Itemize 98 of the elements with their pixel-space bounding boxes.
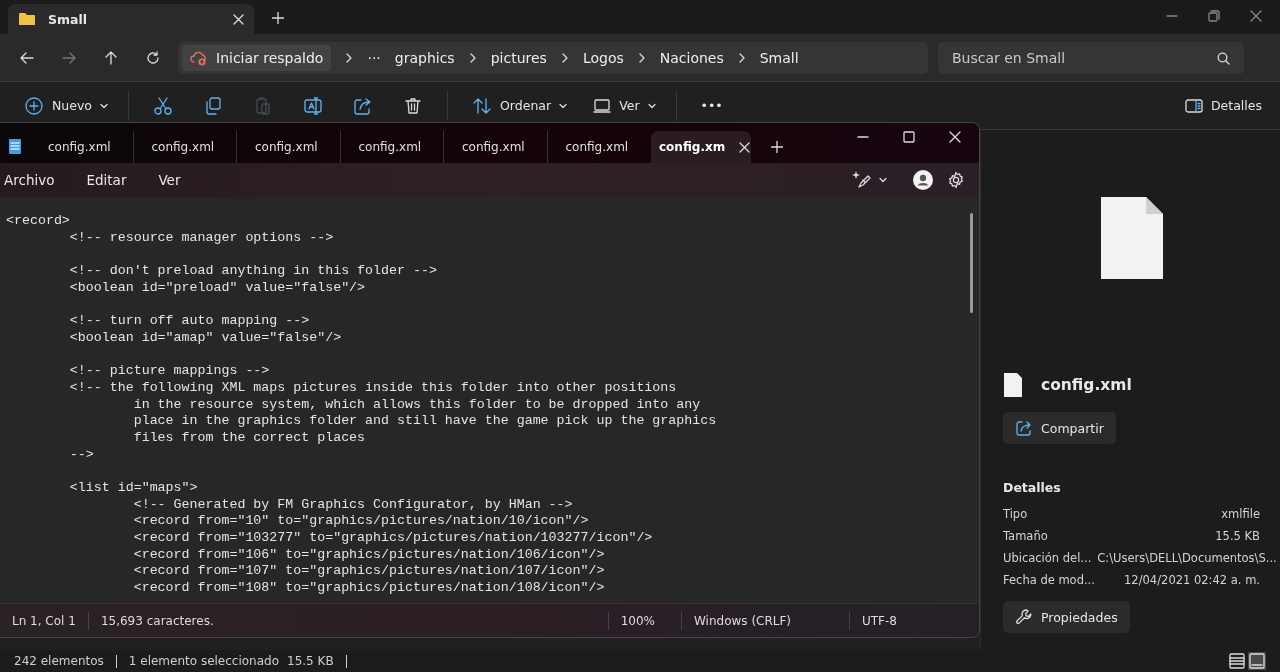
restore-icon[interactable] [1208,10,1220,22]
code-line: <record> [6,213,71,230]
breadcrumb-item[interactable]: Small [759,49,799,66]
details-heading: Detalles [1003,480,1062,495]
breadcrumb-item[interactable]: pictures [490,49,547,66]
breadcrumb-overflow[interactable]: ··· [367,49,381,66]
code-line: <!-- picture mappings --> [68,363,271,380]
plus-icon[interactable] [272,12,284,24]
back-icon[interactable] [20,50,34,65]
list-view-button[interactable] [1228,652,1246,670]
item-count: 242 elementos [14,654,104,668]
menu-item[interactable]: Ver [158,172,181,188]
detail-value: 12/04/2021 02:42 a. m. [1124,573,1260,587]
character-count: 15,693 caracteres. [99,613,215,628]
detail-value: xmlfile [1221,507,1260,521]
scissors-icon[interactable] [153,95,173,116]
detail-label: Fecha de mod... [1003,573,1095,587]
search-field[interactable]: Buscar en Small [938,41,1244,74]
code-line: <list id="maps"> [68,480,199,497]
up-icon[interactable] [104,50,118,65]
share-button[interactable]: Compartir [1003,412,1116,444]
code-line: place in the graphics folder and still have the game pick up the graphics [132,413,718,430]
code-line: <record from="103277" to="graphics/pictures/nation/103277/icon"/> [132,530,654,547]
caret-icon [879,177,887,183]
code-line: <record from="106" to="graphics/pictures/nation/106/icon"/> [132,546,606,564]
code-line: files from the correct places [132,429,367,447]
code-line: <record from="10" to="graphics/pictures/nation/10/icon"/> [132,513,590,531]
caret-icon [100,102,108,109]
breadcrumb-item[interactable]: Naciones [659,49,724,66]
code-line: <record from="107" to="graphics/pictures/nation/107/icon"/> [132,563,606,581]
monitor-icon [593,96,612,115]
breadcrumb-item[interactable]: Logos [582,49,624,66]
folder-icon [18,12,36,26]
encoding: UTF-8 [861,613,898,628]
plus-circle-icon [24,95,44,116]
code-line: <!-- don't preload anything in this folder --> [68,263,438,280]
detail-value: C:\Users\DELL\Documentos\S... [1097,551,1277,565]
copy-icon[interactable] [203,95,223,116]
detail-value: 15.5 KB [1215,529,1260,543]
plus-icon[interactable] [771,141,783,153]
menu-item[interactable]: Archivo [4,172,55,188]
editor-tab[interactable]: config.xm [651,131,751,163]
cursor-position: Ln 1, Col 1 [11,613,77,628]
code-line: in the resource system, which allows this folder to be dropped into any [132,396,702,414]
list-icon [1229,653,1245,669]
file-icon [1003,372,1023,398]
selection-info: 1 elemento seleccionado [128,654,280,668]
file-name: config.xml [1041,376,1132,394]
code-line: <boolean id="amap" value="false"/> [68,329,343,347]
code-line: <!-- Generated by FM Graphics Configurator, by HMan --> [132,496,574,514]
refresh-icon[interactable] [146,50,160,65]
avatar-icon[interactable] [913,170,933,190]
file-icon [1100,196,1164,280]
trash-icon[interactable] [403,95,423,116]
settings-icon[interactable] [947,171,965,189]
more-button[interactable]: ••• [694,94,729,117]
tile-icon [1249,653,1265,669]
detail-label: Tipo [1003,507,1028,521]
caret-icon [559,102,568,109]
code-line: <!-- the following XML maps pictures inside this folder into other positions [68,379,678,397]
new-button[interactable]: Nuevo [18,91,114,120]
caret-icon [647,102,656,109]
notepad-icon [8,137,22,155]
sort-button[interactable]: Ordenar [466,91,574,120]
zoom-level: 100% [619,613,656,628]
copilot-button[interactable] [851,170,887,190]
tiles-view-button[interactable] [1248,652,1266,670]
code-line: <!-- resource manager options --> [68,229,335,247]
details-button[interactable]: Detalles [1178,97,1268,114]
wrench-icon [1015,608,1033,626]
backup-button[interactable]: Iniciar respaldo [182,44,332,71]
code-line: --> [68,446,95,464]
scrollbar[interactable] [970,213,973,313]
view-button[interactable]: Ver [587,92,662,119]
details-pane-icon [1184,98,1203,113]
sparkle-pen-icon [851,170,871,190]
code-line: <record from="108" to="graphics/pictures/nation/108/icon"/> [132,580,606,597]
search-icon [1217,51,1230,65]
detail-label: Ubicación del... [1003,551,1092,565]
code-line: <boolean id="preload" value="false"/> [68,279,367,297]
chevron-icon [468,51,477,64]
cloud-icon [190,49,208,66]
share-icon [1015,419,1033,437]
breadcrumb-item[interactable]: graphics [394,49,455,66]
detail-label: Tamaño [1003,529,1048,543]
chevron-icon [560,51,569,64]
chevron-icon [737,51,746,64]
selection-size: 15.5 KB [287,654,334,668]
forward-icon[interactable] [62,50,76,65]
line-ending: Windows (CRLF) [693,613,793,628]
code-line: <!-- turn off auto mapping --> [68,313,311,330]
chevron-icon [345,51,354,64]
maximize-icon[interactable] [903,131,915,143]
menu-item[interactable]: Editar [86,172,127,188]
editor-tab[interactable]: config.xml [547,131,651,163]
rename-icon[interactable] [303,95,323,116]
chevron-icon [637,51,646,64]
properties-button[interactable]: Propiedades [1003,601,1130,633]
